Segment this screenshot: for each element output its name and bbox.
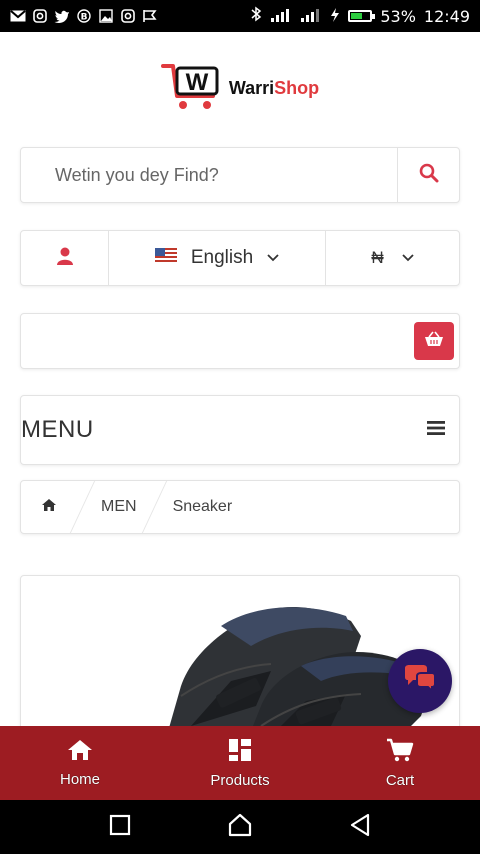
clock: 12:49 bbox=[423, 6, 470, 26]
recents-button[interactable] bbox=[109, 814, 131, 841]
signal-icon bbox=[300, 7, 322, 26]
charging-icon bbox=[330, 7, 340, 26]
us-flag-icon bbox=[154, 248, 177, 268]
battery-icon bbox=[348, 10, 376, 22]
menu-toggle[interactable]: MENU bbox=[20, 395, 460, 465]
chat-bubbles-icon bbox=[403, 664, 437, 699]
status-bar: B 53% 12:49 bbox=[0, 0, 480, 32]
battery-percent: 53% bbox=[380, 6, 416, 26]
notification-icons: B bbox=[10, 9, 158, 23]
twitter-icon bbox=[54, 9, 70, 23]
account-button[interactable] bbox=[21, 231, 109, 285]
breadcrumb: MEN Sneaker bbox=[20, 480, 460, 534]
flag-icon bbox=[142, 9, 158, 23]
home-icon bbox=[67, 739, 93, 765]
home-button[interactable] bbox=[228, 813, 252, 842]
breadcrumb-home[interactable] bbox=[21, 481, 96, 533]
menu-label: MENU bbox=[21, 416, 94, 443]
account-bar: English ₦ bbox=[20, 230, 460, 286]
search-icon bbox=[419, 163, 439, 188]
b-icon: B bbox=[76, 9, 92, 23]
signal-icon bbox=[270, 7, 292, 26]
bottom-nav-label: Products bbox=[210, 771, 270, 789]
chat-button[interactable] bbox=[388, 649, 452, 713]
brand-name-part2: Shop bbox=[274, 77, 320, 98]
system-status: 53% 12:49 bbox=[250, 6, 470, 26]
basket-icon bbox=[424, 331, 444, 352]
search-button[interactable] bbox=[397, 148, 459, 202]
back-button[interactable] bbox=[349, 813, 371, 842]
home-icon bbox=[41, 498, 57, 517]
cart-button[interactable] bbox=[414, 322, 454, 360]
language-selector[interactable]: English bbox=[109, 231, 326, 285]
bottom-nav-home[interactable]: Home bbox=[0, 726, 160, 800]
bottom-nav: Home Products Cart bbox=[0, 726, 480, 800]
breadcrumb-label: Sneaker bbox=[172, 498, 233, 515]
cart-logo-icon: W bbox=[160, 60, 223, 117]
bottom-nav-label: Cart bbox=[385, 771, 415, 789]
hamburger-icon bbox=[427, 420, 445, 441]
search-input[interactable] bbox=[21, 148, 397, 202]
gmail-icon bbox=[10, 9, 26, 23]
instagram-icon bbox=[32, 9, 48, 23]
search-bar bbox=[20, 147, 460, 203]
currency-selector[interactable]: ₦ bbox=[326, 231, 459, 285]
chevron-down-icon bbox=[267, 249, 279, 267]
breadcrumb-item-men[interactable]: MEN bbox=[83, 481, 167, 533]
breadcrumb-label: MEN bbox=[101, 498, 137, 515]
user-icon bbox=[56, 247, 73, 270]
grid-icon bbox=[228, 738, 252, 766]
svg-text:B: B bbox=[81, 13, 88, 23]
bottom-nav-products[interactable]: Products bbox=[160, 726, 320, 800]
bottom-nav-cart[interactable]: Cart bbox=[320, 726, 480, 800]
brand-name-part1: Warri bbox=[228, 77, 275, 98]
svg-text:W: W bbox=[186, 69, 209, 96]
bottom-nav-label: Home bbox=[59, 770, 100, 788]
mini-cart-bar bbox=[20, 313, 460, 369]
brand-name: WarriShop bbox=[229, 78, 319, 99]
chevron-down-icon bbox=[402, 249, 414, 267]
brand-logo[interactable]: W WarriShop bbox=[0, 58, 480, 118]
system-nav-bar bbox=[0, 800, 480, 854]
breadcrumb-item-sneaker: Sneaker bbox=[155, 481, 251, 533]
language-label: English bbox=[190, 247, 254, 268]
gallery-icon bbox=[98, 9, 114, 23]
cart-icon bbox=[386, 738, 414, 766]
instagram-icon bbox=[120, 9, 136, 23]
currency-label: ₦ bbox=[371, 248, 384, 267]
bluetooth-icon bbox=[250, 6, 262, 26]
